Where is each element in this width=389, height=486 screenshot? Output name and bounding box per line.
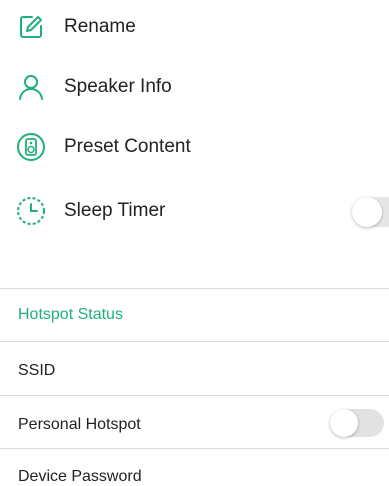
ssid-row[interactable]: SSID (18, 362, 55, 380)
section-divider (0, 288, 389, 289)
sleep-timer-toggle[interactable] (352, 197, 389, 227)
menu-item-label: Rename (64, 16, 136, 37)
clock-icon (16, 196, 46, 226)
toggle-knob (352, 197, 382, 227)
speaker-icon (16, 132, 46, 162)
menu-item-sleep-timer[interactable]: Sleep Timer (0, 191, 389, 231)
device-password-row[interactable]: Device Password (18, 468, 142, 486)
toggle-knob (330, 409, 358, 437)
personal-hotspot-row: Personal Hotspot (18, 416, 141, 433)
row-divider (0, 395, 389, 396)
menu-item-rename[interactable]: Rename (0, 7, 389, 47)
menu-item-speaker-info[interactable]: Speaker Info (0, 67, 389, 107)
hotspot-section-title: Hotspot Status (18, 306, 123, 323)
user-icon (16, 72, 46, 102)
menu-item-label: Preset Content (64, 136, 191, 157)
menu-item-label: Speaker Info (64, 76, 172, 97)
menu-item-preset-content[interactable]: Preset Content (0, 127, 389, 167)
personal-hotspot-toggle[interactable] (330, 409, 384, 437)
menu-item-label: Sleep Timer (64, 200, 166, 221)
row-divider (0, 448, 389, 449)
pencil-icon (16, 12, 46, 42)
row-divider (0, 341, 389, 342)
